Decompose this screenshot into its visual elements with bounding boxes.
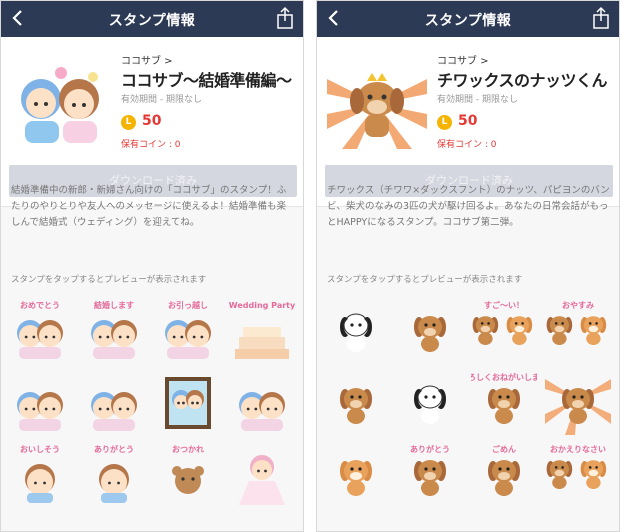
page-title: スタンプ情報: [108, 13, 196, 29]
sticker-6[interactable]: [81, 369, 147, 435]
sticker-title: ココサブ〜結婚準備編〜: [121, 71, 292, 90]
navbar: スタンプ情報: [317, 1, 619, 37]
sticker-3[interactable]: お引っ越し: [155, 297, 221, 363]
sticker-caption: すご〜い！: [484, 300, 524, 310]
validity-period: 有効期間 - 期限なし: [121, 95, 202, 105]
sticker-12[interactable]: おかえりなさい: [545, 441, 611, 507]
sticker-11[interactable]: おつかれ: [155, 441, 221, 507]
owned-coins: 保有コイン : 0: [437, 140, 497, 150]
sticker-1[interactable]: [323, 297, 389, 363]
sticker-caption: おかえりなさい: [550, 445, 606, 454]
sticker-thumbnail: [327, 73, 427, 149]
sticker-3[interactable]: すご〜い！: [471, 297, 537, 363]
description: 結婚準備中の新郎・新婦さん向けの「ココサブ」のスタンプ！ふたりのやりとりや友人へ…: [11, 185, 287, 228]
share-icon[interactable]: [275, 6, 295, 30]
sticker-1[interactable]: おめでとう: [7, 297, 73, 363]
sticker-caption: Wedding Party: [229, 301, 295, 310]
sticker-caption: ありがとう: [94, 444, 134, 454]
sticker-2[interactable]: [397, 297, 463, 363]
sticker-10[interactable]: ありがとう: [397, 441, 463, 507]
share-icon[interactable]: [591, 6, 611, 30]
sticker-4[interactable]: おやすみ: [545, 297, 611, 363]
left-screen: スタンプ情報 ココサブ > ココサブ〜結婚準備編〜 有効期間 - 期限なし L …: [0, 0, 304, 532]
sticker-6[interactable]: [397, 369, 463, 435]
line-coin-icon: L: [121, 115, 136, 130]
sticker-thumbnail: [21, 67, 99, 143]
creator-link[interactable]: ココサブ >: [437, 52, 489, 67]
sticker-12[interactable]: [229, 441, 295, 507]
line-coin-icon: L: [437, 115, 452, 130]
sticker-caption: ありがとう: [410, 444, 450, 454]
sticker-10[interactable]: ありがとう: [81, 441, 147, 507]
sticker-caption: よろしくおねがいします: [471, 372, 537, 382]
sticker-7[interactable]: [155, 369, 221, 435]
sticker-caption: おやすみ: [562, 300, 594, 310]
sticker-info-panel: ココサブ > チワックスのナッツくん 有効期間 - 期限なし L 50 保有コイ…: [317, 37, 619, 207]
sticker-caption: お引っ越し: [168, 300, 208, 310]
sticker-2[interactable]: 結婚します: [81, 297, 147, 363]
sticker-7[interactable]: よろしくおねがいします: [471, 369, 537, 435]
sticker-8[interactable]: [229, 369, 295, 435]
right-screen: スタンプ情報 ココサブ > チワックスのナッツくん 有効期間 - 期限なし L …: [316, 0, 620, 532]
description: チワックス（チワワ×ダックスフント）のナッツ、パピヨンのバンビ、柴犬のなみの3匹…: [327, 185, 610, 228]
sticker-caption: おいしそう: [20, 445, 60, 454]
sticker-11[interactable]: ごめん: [471, 441, 537, 507]
creator-link[interactable]: ココサブ >: [121, 52, 173, 67]
sticker-4[interactable]: Wedding Party: [229, 297, 295, 363]
sticker-caption: 結婚します: [94, 300, 134, 310]
sticker-9[interactable]: おいしそう: [7, 441, 73, 507]
preview-hint: スタンプをタップするとプレビューが表示されます: [327, 275, 523, 285]
preview-hint: スタンプをタップするとプレビューが表示されます: [11, 275, 207, 285]
price: 50: [142, 113, 162, 129]
owned-coins: 保有コイン : 0: [121, 140, 181, 150]
price: 50: [458, 113, 478, 129]
sticker-caption: ごめん: [492, 444, 516, 454]
validity-period: 有効期間 - 期限なし: [437, 95, 518, 105]
sticker-caption: おめでとう: [20, 301, 60, 310]
sticker-caption: おつかれ: [172, 445, 204, 454]
navbar: スタンプ情報: [1, 1, 303, 37]
sticker-title: チワックスのナッツくん: [437, 71, 608, 90]
sticker-8[interactable]: [545, 369, 611, 435]
page-title: スタンプ情報: [424, 13, 512, 29]
sticker-5[interactable]: [323, 369, 389, 435]
sticker-9[interactable]: [323, 441, 389, 507]
sticker-5[interactable]: [7, 369, 73, 435]
sticker-info-panel: ココサブ > ココサブ〜結婚準備編〜 有効期間 - 期限なし L 50 保有コイ…: [1, 37, 303, 207]
